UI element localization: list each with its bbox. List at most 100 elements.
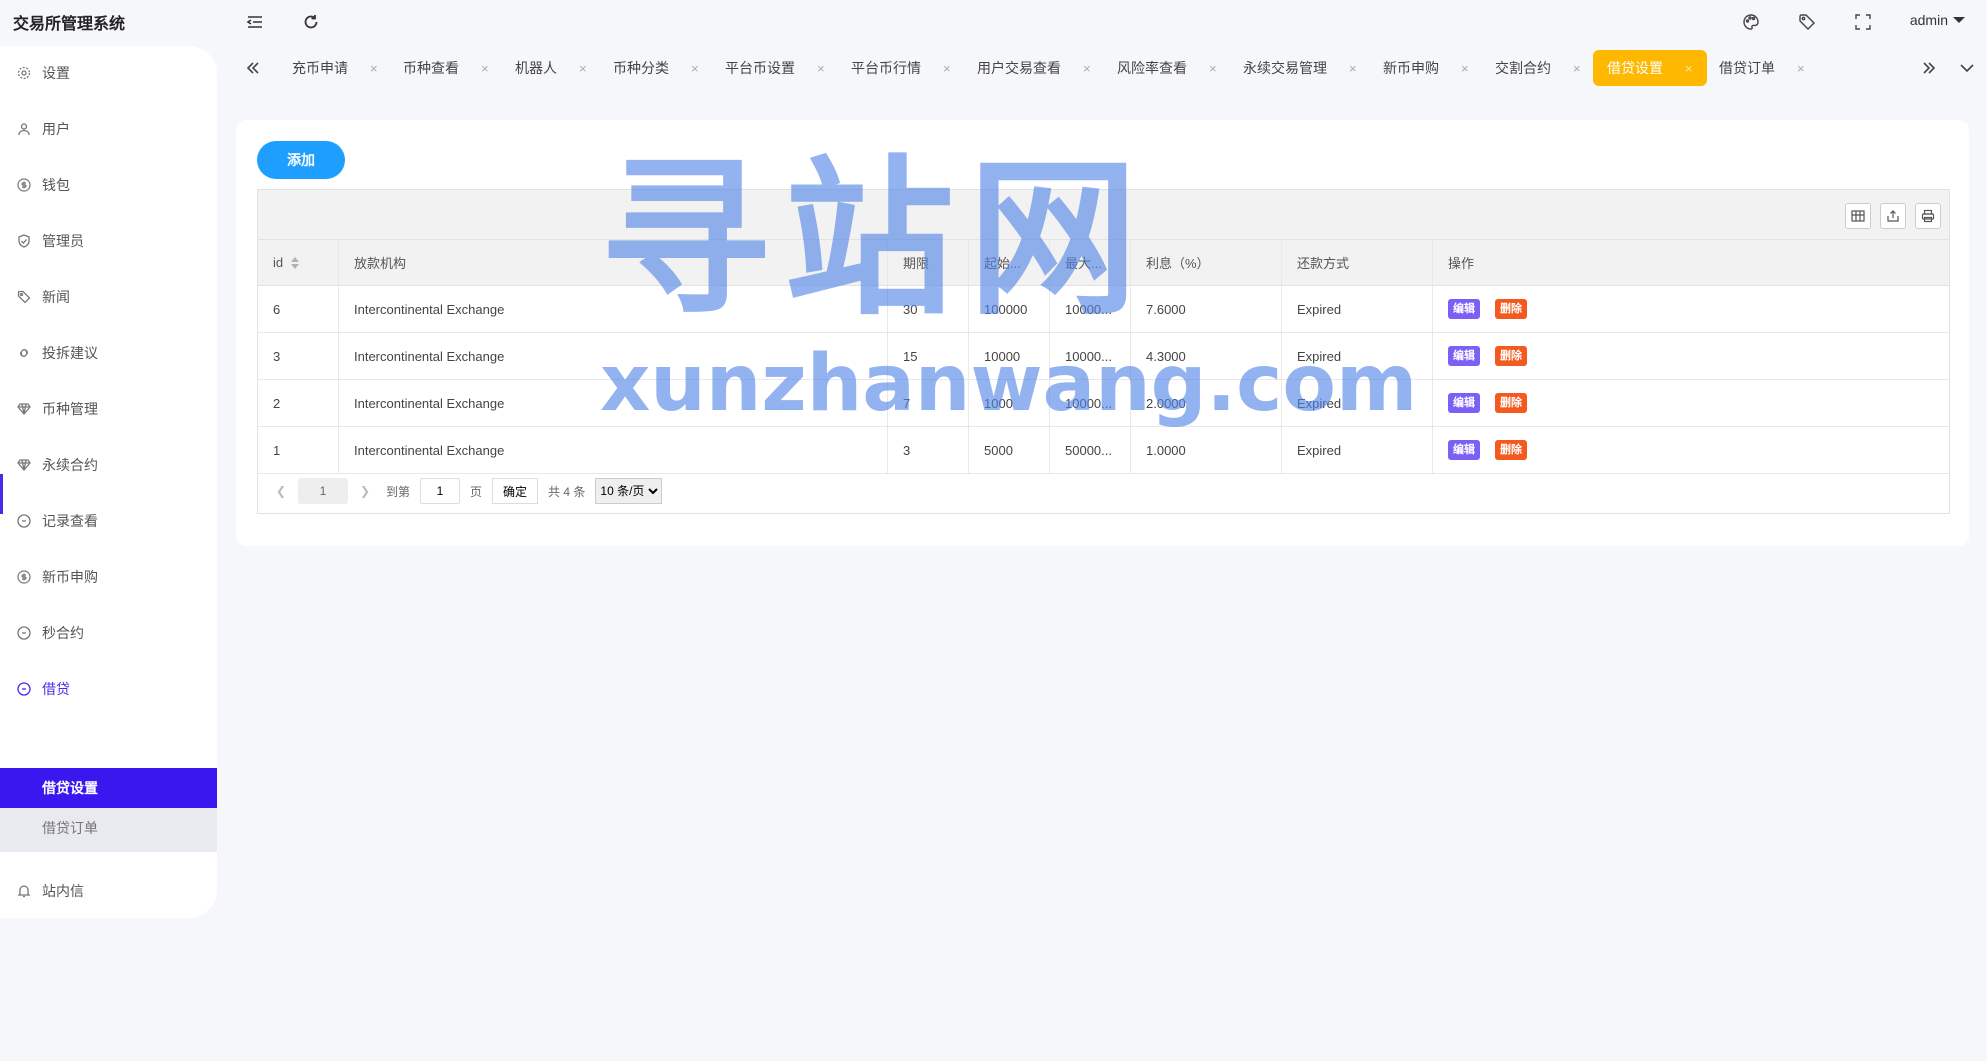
next-page-icon[interactable]: ❯ [356, 482, 374, 500]
sidebar-item-complaints[interactable]: 投拆建议 [0, 331, 217, 375]
edit-button[interactable]: 编辑 [1448, 346, 1480, 366]
close-icon[interactable]: × [1461, 61, 1469, 76]
submenu-item-lending-settings[interactable]: 借贷设置 [0, 768, 217, 808]
page-size-select[interactable]: 10 条/页 [595, 478, 663, 504]
columns-filter-icon[interactable] [1845, 203, 1871, 229]
cell-start: 10000 [969, 333, 1050, 379]
print-icon[interactable] [1915, 203, 1941, 229]
sidebar-item-records[interactable]: 记录查看 [0, 499, 217, 543]
cell-actions: 编辑 删除 [1433, 333, 1949, 379]
tab-risk-rate[interactable]: 风险率查看 × [1103, 50, 1231, 86]
cell-id: 1 [258, 427, 339, 473]
close-icon[interactable]: × [1685, 61, 1693, 76]
tab-platform-coin-market[interactable]: 平台币行情 × [837, 50, 965, 86]
cell-start: 5000 [969, 427, 1050, 473]
delete-button[interactable]: 删除 [1495, 346, 1527, 366]
table-header: id 放款机构 期限 起始... 最大... 利息（%） 还款方式 操作 [258, 240, 1949, 286]
cell-start: 100000 [969, 286, 1050, 332]
sidebar-item-settings[interactable]: 设置 [0, 51, 217, 95]
sidebar-item-label: 币种管理 [42, 401, 98, 417]
tabs-dropdown-icon[interactable] [1952, 52, 1982, 84]
col-header-method: 还款方式 [1282, 240, 1433, 285]
submenu-item-lending-orders[interactable]: 借贷订单 [0, 808, 217, 848]
close-icon[interactable]: × [1797, 61, 1805, 76]
goto-page-input[interactable] [420, 478, 461, 504]
page-number-current[interactable]: 1 [298, 478, 348, 504]
user-menu[interactable]: admin [1910, 12, 1965, 28]
table-toolbar [258, 190, 1949, 240]
tab-delivery-contract[interactable]: 交割合约 × [1481, 50, 1595, 86]
circle-icon [16, 681, 32, 697]
sidebar-item-label: 用户 [42, 121, 70, 137]
edit-button[interactable]: 编辑 [1448, 440, 1480, 460]
cell-actions: 编辑 删除 [1433, 380, 1949, 426]
delete-button[interactable]: 删除 [1495, 440, 1527, 460]
palette-icon[interactable] [1739, 10, 1763, 34]
link-icon [16, 345, 32, 361]
close-icon[interactable]: × [1083, 61, 1091, 76]
cell-org: Intercontinental Exchange [339, 286, 888, 332]
pagination: ❮ 1 ❯ 到第 页 确定 共 4 条 10 条/页 [258, 468, 1949, 514]
sidebar-item-second-contract[interactable]: 秒合约 [0, 611, 217, 655]
tab-new-coin[interactable]: 新币申购 × [1369, 50, 1483, 86]
close-icon[interactable]: × [579, 61, 587, 76]
close-icon[interactable]: × [691, 61, 699, 76]
close-icon[interactable]: × [370, 61, 378, 76]
sidebar-item-lending[interactable]: 借贷 [0, 667, 217, 711]
export-icon[interactable] [1880, 203, 1906, 229]
tab-user-trades[interactable]: 用户交易查看 × [963, 50, 1105, 86]
bell-icon [16, 883, 32, 899]
cell-start: 1000 [969, 380, 1050, 426]
cell-actions: 编辑 删除 [1433, 427, 1949, 473]
tabs-scroll-left-icon[interactable] [238, 52, 268, 84]
close-icon[interactable]: × [943, 61, 951, 76]
prev-page-icon[interactable]: ❮ [272, 482, 290, 500]
sidebar-item-users[interactable]: 用户 [0, 107, 217, 151]
tabs-bar: 充币申请 × 币种查看 × 机器人 × 币种分类 × 平台币设置 × 平台币行情 × 用户交… [236, 48, 1987, 88]
tab-currency-category[interactable]: 币种分类 × [599, 50, 713, 86]
close-icon[interactable]: × [817, 61, 825, 76]
tab-label: 永续交易管理 [1243, 60, 1327, 76]
sort-icon[interactable] [291, 256, 300, 269]
sidebar-item-label: 借贷 [42, 681, 70, 697]
close-icon[interactable]: × [1209, 61, 1217, 76]
total-count: 共 4 条 [548, 484, 586, 499]
tab-lending-settings[interactable]: 借贷设置 × [1593, 50, 1707, 86]
sidebar-item-label: 新闻 [42, 289, 70, 305]
delete-button[interactable]: 删除 [1495, 299, 1527, 319]
tab-deposit-apply[interactable]: 充币申请 × [278, 50, 392, 86]
close-icon[interactable]: × [481, 61, 489, 76]
tag-icon[interactable] [1795, 10, 1819, 34]
refresh-icon[interactable] [299, 10, 323, 34]
sidebar-item-news[interactable]: 新闻 [0, 275, 217, 319]
close-icon[interactable]: × [1349, 61, 1357, 76]
tab-robot[interactable]: 机器人 × [501, 50, 601, 86]
delete-button[interactable]: 删除 [1495, 393, 1527, 413]
cell-term: 7 [888, 380, 969, 426]
tab-lending-orders[interactable]: 借贷订单 × [1705, 50, 1819, 86]
sidebar-item-label: 站内信 [42, 883, 84, 899]
sidebar-item-perpetual[interactable]: 永续合约 [0, 443, 217, 487]
caret-down-icon [1953, 17, 1965, 23]
close-icon[interactable]: × [1573, 61, 1581, 76]
tab-perpetual-trades[interactable]: 永续交易管理 × [1229, 50, 1371, 86]
tab-currency-view[interactable]: 币种查看 × [389, 50, 503, 86]
lending-submenu: 借贷设置 借贷订单 [0, 768, 217, 852]
edit-button[interactable]: 编辑 [1448, 393, 1480, 413]
menu-fold-icon[interactable] [243, 10, 267, 34]
col-header-id[interactable]: id [258, 240, 339, 285]
sidebar-item-currency-mgmt[interactable]: 币种管理 [0, 387, 217, 431]
goto-confirm-button[interactable]: 确定 [492, 478, 539, 504]
sidebar-item-inbox[interactable]: 站内信 [0, 869, 217, 913]
sidebar-item-label: 管理员 [42, 233, 84, 249]
sidebar-item-wallet[interactable]: 钱包 [0, 163, 217, 207]
fullscreen-icon[interactable] [1851, 10, 1875, 34]
page-unit-label: 页 [470, 484, 483, 499]
dollar-icon [16, 569, 32, 585]
tabs-scroll-right-icon[interactable] [1914, 52, 1944, 84]
edit-button[interactable]: 编辑 [1448, 299, 1480, 319]
add-button[interactable]: 添加 [257, 141, 345, 179]
sidebar-item-new-coin[interactable]: 新币申购 [0, 555, 217, 599]
tab-platform-coin-settings[interactable]: 平台币设置 × [711, 50, 839, 86]
sidebar-item-admins[interactable]: 管理员 [0, 219, 217, 263]
